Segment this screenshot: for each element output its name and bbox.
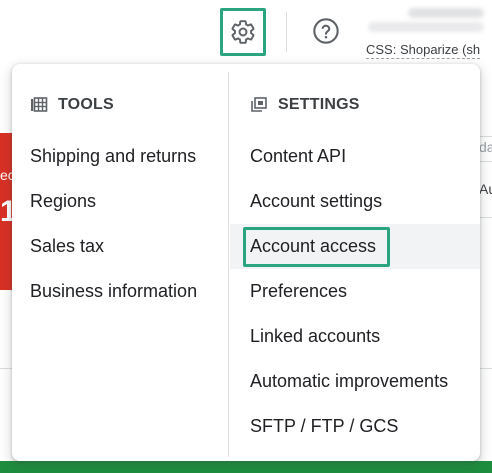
menu-item-account-access[interactable]: Account access: [230, 224, 480, 269]
settings-button[interactable]: [220, 8, 266, 56]
menu-item-preferences[interactable]: Preferences: [250, 269, 492, 314]
tools-section-header: TOOLS: [30, 94, 114, 116]
menu-item-sales-tax[interactable]: Sales tax: [30, 224, 226, 269]
gear-icon: [231, 20, 255, 44]
menu-item-account-settings[interactable]: Account settings: [250, 179, 492, 224]
menu-item-sftp-ftp-gcs[interactable]: SFTP / FTP / GCS: [250, 404, 492, 449]
account-css-label[interactable]: CSS: Shoparize (sh: [366, 41, 481, 59]
background-divider-left: [0, 368, 12, 369]
settings-section-header: SETTINGS: [250, 94, 360, 116]
menu-column-divider: [228, 72, 229, 457]
tools-heading: TOOLS: [58, 96, 114, 113]
background-green-bar: [0, 461, 492, 473]
menu-item-linked-accounts[interactable]: Linked accounts: [250, 314, 492, 359]
settings-copy-icon: [250, 96, 268, 114]
menu-item-regions[interactable]: Regions: [30, 179, 226, 224]
background-alert-card: ec 1: [0, 133, 12, 290]
settings-heading: SETTINGS: [278, 96, 360, 113]
settings-dropdown-menu: TOOLS Shipping and returns Regions Sales…: [12, 64, 480, 461]
menu-item-content-api[interactable]: Content API: [250, 134, 492, 179]
toolbar-divider: [286, 12, 287, 52]
tools-grid-icon: [30, 96, 48, 114]
help-circle-icon: [313, 18, 339, 44]
account-email-redacted: [368, 22, 484, 32]
top-bar: CSS: Shoparize (sh: [0, 0, 492, 64]
menu-item-automatic-improvements[interactable]: Automatic improvements: [250, 359, 492, 404]
help-button[interactable]: [312, 17, 340, 45]
account-name-redacted: [408, 8, 484, 18]
menu-item-business-information[interactable]: Business information: [30, 269, 226, 314]
menu-item-shipping-and-returns[interactable]: Shipping and returns: [30, 134, 226, 179]
background-alert-text: ec: [0, 167, 12, 183]
background-alert-number: 1: [0, 195, 12, 228]
